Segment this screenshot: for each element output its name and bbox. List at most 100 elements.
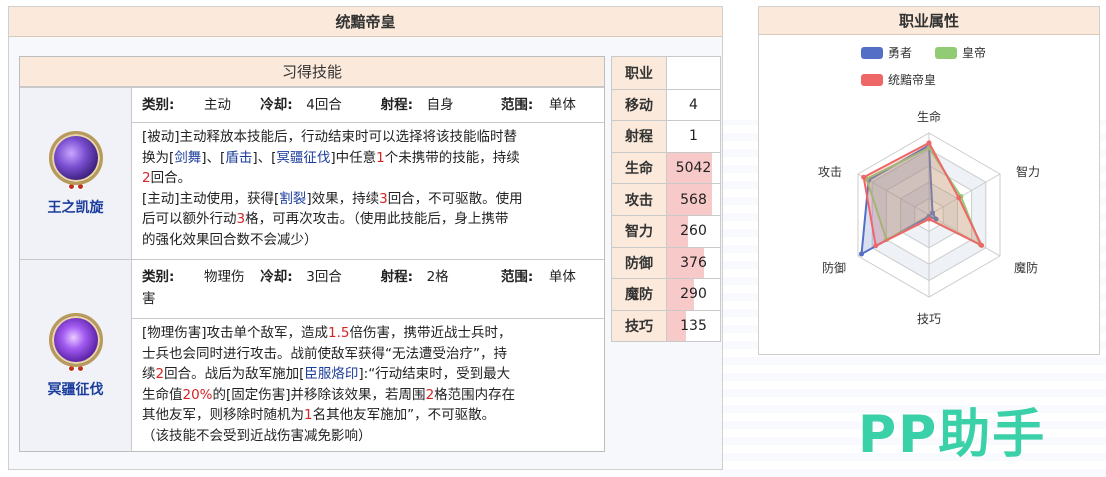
description-text: 个未携带的技能，持续 <box>384 149 520 166</box>
description-text: ]:“行动结束时，受到最大 <box>358 366 511 382</box>
stat-value-cell: 260 <box>667 216 720 247</box>
type-value: 物理伤 <box>204 269 245 285</box>
skills-header: 习得技能 <box>20 57 604 87</box>
skill-icon-cell: 冥疆征伐 <box>20 260 132 451</box>
description-text: ]中任意 <box>330 149 377 166</box>
description-text: 格，可再次攻击。（使用此技能后，身上携带 <box>245 211 509 227</box>
cooldown-label: 冷却: <box>260 269 293 285</box>
skill-row: 王之凯旋 类别: 主动 冷却: 4回合 射程: 自身 范围: 单体 [被动]主动释放本技… <box>20 87 604 259</box>
description-text: 后可以额外行动 <box>142 211 237 227</box>
stat-value: 376 <box>680 254 707 271</box>
stat-row: 移动 4 <box>612 88 720 121</box>
stat-label: 防御 <box>612 247 667 279</box>
skill-meta: 类别: 主动 冷却: 4回合 射程: 自身 范围: 单体 <box>142 94 598 116</box>
radar-data-point <box>926 140 932 146</box>
range-label: 射程: <box>380 269 413 285</box>
description-line: 后可以额外行动3格，可再次攻击。（使用此技能后，身上携带 <box>142 209 594 230</box>
stat-label: 移动 <box>612 89 667 121</box>
radar-data-point <box>956 195 962 201</box>
description-text: 生命值 <box>142 386 183 403</box>
highlight-value: 2 <box>425 386 435 403</box>
type-label: 类别: <box>142 269 175 285</box>
description-line: [主动]主动使用，获得[割裂]效果，持续3回合，不可驱散。使用 <box>142 189 594 210</box>
effect-link[interactable]: 臣服烙印 <box>304 366 358 382</box>
radar-title: 职业属性 <box>759 7 1099 35</box>
skill-body: 类别: 主动 冷却: 4回合 射程: 自身 范围: 单体 [被动]主动释放本技能后，行动… <box>132 88 604 259</box>
description-text: 士兵也会同时进行攻击。战前使敌军获得“无法遭受治疗”，持 <box>142 345 507 362</box>
highlight-value: 20% <box>182 386 213 403</box>
effect-link[interactable]: 冥疆征伐 <box>276 150 330 166</box>
radar-axis-label: 生命 <box>917 109 941 124</box>
effect-link[interactable]: 盾击 <box>225 150 252 166</box>
stat-value-cell: 5042 <box>667 152 720 184</box>
description-text: 回合，不可驱散。使用 <box>387 190 523 207</box>
stat-label: 魔防 <box>612 279 667 310</box>
description-text: （该技能不会受到近战伤害减免影响） <box>142 427 372 444</box>
radar-axis-label: 魔防 <box>1014 260 1038 275</box>
area-value: 单体 <box>548 269 576 285</box>
description-text: 格范围内存在 <box>434 386 516 403</box>
skill-description: [物理伤害]攻击单个敌军，造成1.5倍伤害，携带近战士兵时， 士兵也会同时进行攻击… <box>132 318 604 446</box>
stat-value: 568 <box>680 191 707 208</box>
stat-row: 魔防 290 <box>612 278 720 310</box>
stat-row: 攻击 568 <box>612 183 720 215</box>
highlight-value: 3 <box>379 190 388 207</box>
skill-name[interactable]: 王之凯旋 <box>48 197 104 217</box>
stat-row: 防御 376 <box>612 246 720 279</box>
highlight-value: 2 <box>142 170 151 186</box>
stat-value-cell: 568 <box>667 184 720 215</box>
effect-link[interactable]: 剑舞 <box>174 150 201 166</box>
stat-value-cell: 4 <box>667 89 720 121</box>
stat-value: 260 <box>680 223 707 240</box>
stat-row: 技巧 135 <box>612 309 720 342</box>
description-line: [物理伤害]攻击单个敌军，造成1.5倍伤害，携带近战士兵时， <box>142 323 594 344</box>
skill-orb-icon[interactable] <box>48 312 103 367</box>
description-line: 生命值20%的[固定伤害]并移除该效果，若周围2格范围内存在 <box>142 385 594 406</box>
page-title: 统黯帝皇 <box>9 7 722 37</box>
character-panel: 统黯帝皇 习得技能 王之凯旋 类别: 主动 冷却: 4回合 射程: 自身 范围: 单体 … <box>8 6 723 470</box>
radar-chart: 生命智力魔防技巧 防御 攻击 <box>818 109 1040 326</box>
stat-value: 135 <box>680 318 707 335</box>
skill-icon-cell: 王之凯旋 <box>20 88 132 259</box>
skill-body: 类别: 物理伤 冷却: 3回合 射程: 2格 范围: 单体 害 [物理伤害]攻击单个敌军… <box>132 260 604 451</box>
area-value: 单体 <box>548 97 576 113</box>
watermark-logo: PP助手 <box>858 405 1047 465</box>
radar-axis-label: 技巧 <box>917 312 941 326</box>
radar-data-point <box>861 174 867 180</box>
skill-meta: 类别: 物理伤 冷却: 3回合 射程: 2格 范围: 单体 害 <box>142 266 598 310</box>
stat-value: 290 <box>680 286 707 303</box>
description-text: 的强化效果回合数不会减少） <box>142 231 318 248</box>
highlight-value: 1 <box>304 407 313 423</box>
radar-data-point <box>979 242 985 248</box>
description-line: （该技能不会受到近战伤害减免影响） <box>142 426 594 447</box>
description-text: [物理伤害]攻击单个敌军，造成 <box>142 325 329 341</box>
cooldown-value: 3回合 <box>306 269 342 285</box>
description-text: 回合。 <box>150 170 192 186</box>
stat-value: 1 <box>689 128 698 145</box>
description-text: ]效果，持续 <box>306 190 380 207</box>
stat-value: 4 <box>689 96 698 113</box>
skill-orb-icon[interactable] <box>48 130 103 185</box>
description-line: 其他友军，则移除时随机为1名其他友军施加”，不可驱散。 <box>142 405 594 426</box>
stat-label: 智力 <box>612 216 667 247</box>
radar-axis-label: 智力 <box>1016 164 1040 179</box>
radar-data-point <box>926 216 932 222</box>
type-label: 类别: <box>142 97 175 113</box>
stat-label: 攻击 <box>612 184 667 215</box>
description-line: [被动]主动释放本技能后，行动结束时可以选择将该技能临时替 <box>142 127 594 148</box>
stat-label: 技巧 <box>612 310 667 342</box>
range-value: 2格 <box>426 269 449 285</box>
stat-label: 生命 <box>612 152 667 184</box>
effect-link[interactable]: 割裂 <box>279 191 306 207</box>
highlight-value: 3 <box>236 211 246 227</box>
stat-row: 职业 <box>612 57 720 89</box>
description-text: 回合。战后为敌军施加[ <box>164 366 305 382</box>
description-text: 其他友军，则移除时随机为 <box>142 407 304 423</box>
stat-value: 5042 <box>675 160 712 177</box>
skill-name[interactable]: 冥疆征伐 <box>48 379 104 399</box>
description-text: 的[固定伤害]并移除该效果，若周围 <box>212 386 426 403</box>
radar-data-point <box>859 251 865 257</box>
description-line: 士兵也会同时进行攻击。战前使敌军获得“无法遭受治疗”，持 <box>142 344 594 365</box>
area-label: 范围: <box>500 269 534 285</box>
description-line: 续2回合。战后为敌军施加[臣服烙印]:“行动结束时，受到最大 <box>142 364 594 385</box>
